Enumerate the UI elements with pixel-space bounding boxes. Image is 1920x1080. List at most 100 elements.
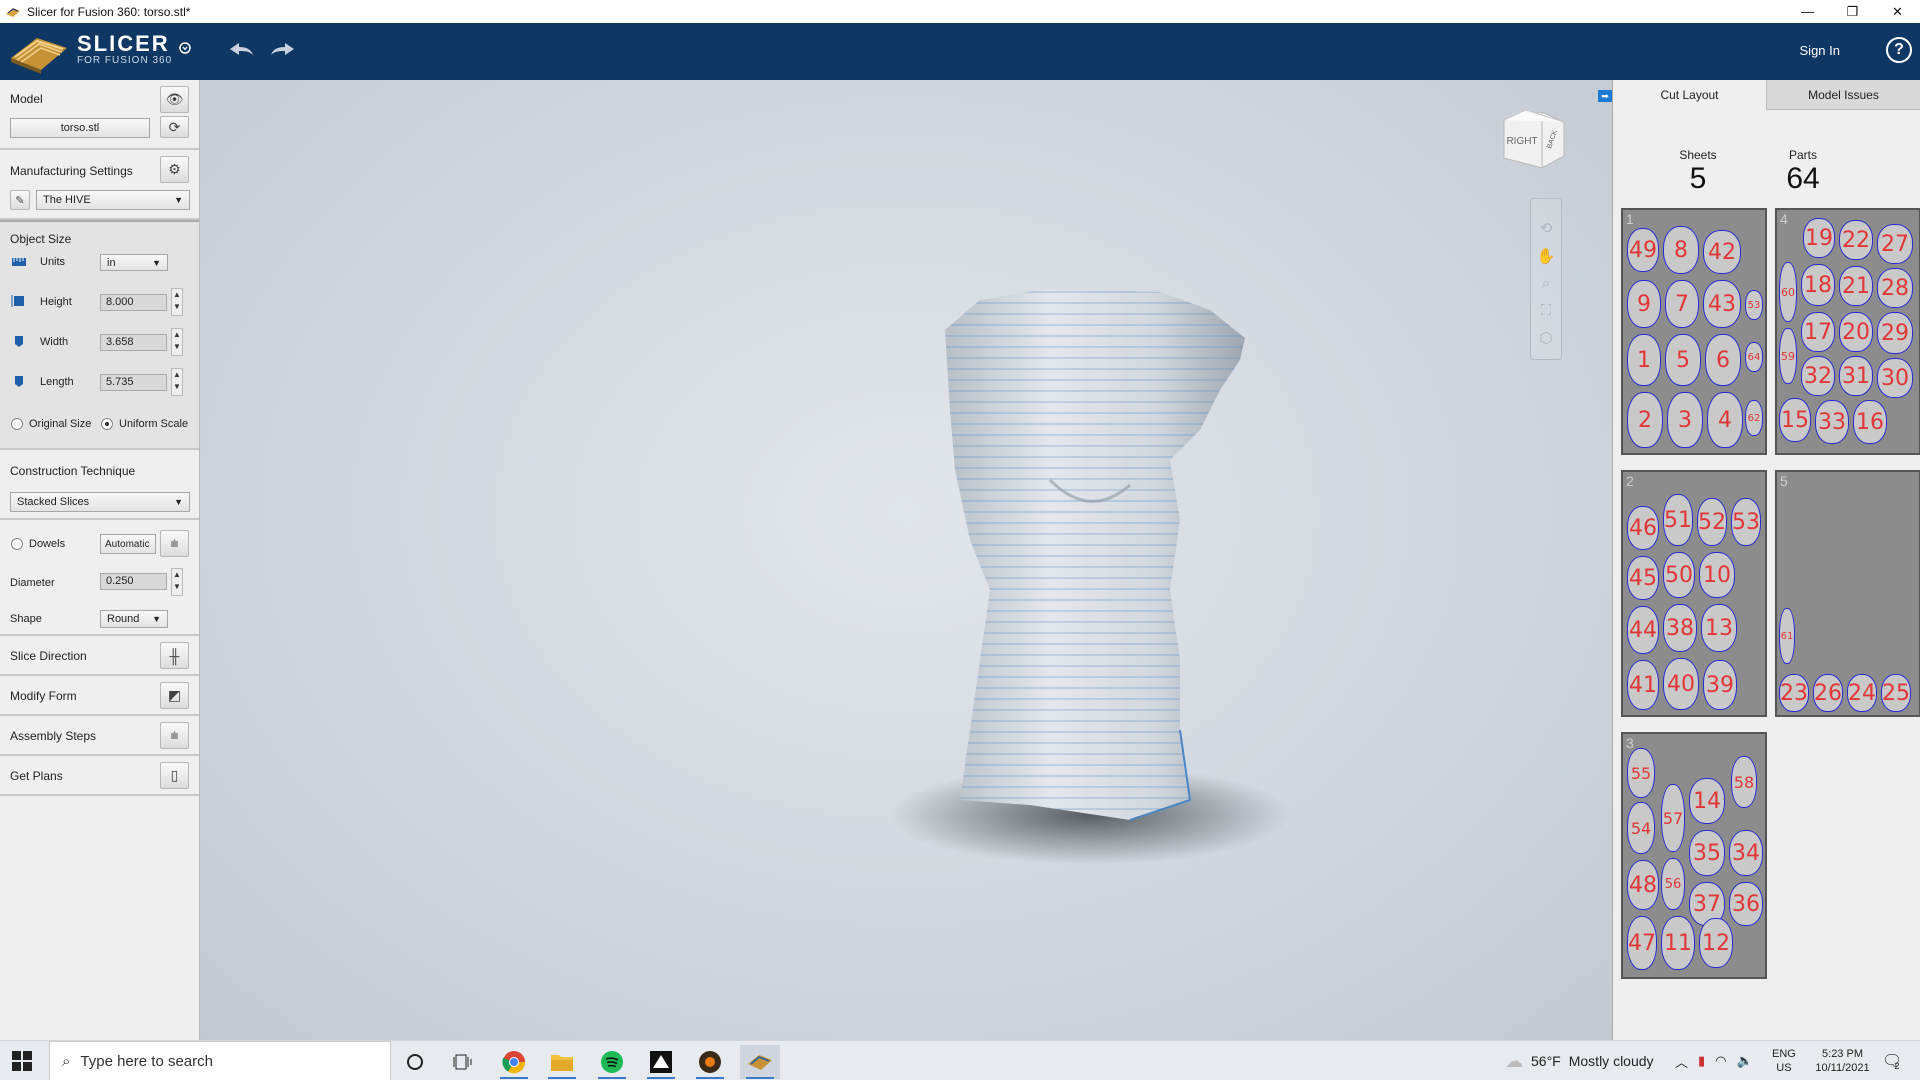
dowels-checkbox[interactable] [11, 538, 23, 550]
3d-viewport[interactable]: RIGHT BACK ⟲ ✋ ⌕ ⛶ ⬡ ➡ [200, 80, 1612, 1040]
part-piece[interactable]: 5 [1665, 334, 1701, 386]
part-piece[interactable]: 21 [1839, 266, 1873, 306]
part-piece[interactable]: 61 [1779, 608, 1795, 664]
manufacturing-settings-button[interactable]: ⚙ [160, 156, 189, 183]
units-select[interactable]: in ▼ [100, 254, 168, 271]
part-piece[interactable]: 54 [1627, 802, 1655, 854]
minimize-button[interactable]: — [1785, 0, 1830, 23]
part-piece[interactable]: 46 [1627, 506, 1659, 550]
part-piece[interactable]: 58 [1731, 756, 1757, 808]
sheet-4[interactable]: 4 19 22 27 60 18 21 28 17 20 29 59 32 31… [1775, 208, 1920, 455]
sign-in-link[interactable]: Sign In [1800, 43, 1840, 58]
reload-model-button[interactable]: ⟳ [160, 116, 189, 138]
dowels-options-button[interactable]: ⩧ [160, 530, 189, 557]
view-cube[interactable]: RIGHT BACK [1498, 104, 1568, 170]
part-piece[interactable]: 40 [1663, 658, 1699, 710]
language-indicator[interactable]: ENG US [1772, 1041, 1796, 1080]
help-button[interactable]: ? [1886, 37, 1912, 63]
part-piece[interactable]: 55 [1627, 748, 1655, 798]
part-piece[interactable]: 31 [1839, 356, 1873, 396]
speaker-icon[interactable]: 🔈 [1737, 1053, 1753, 1069]
part-piece[interactable]: 53 [1731, 498, 1761, 546]
height-input[interactable]: 8.000 [100, 294, 167, 311]
slicer-taskbar-icon[interactable] [740, 1045, 780, 1079]
sheet-2[interactable]: 2 46 51 52 53 45 50 10 44 38 13 41 40 39 [1621, 470, 1767, 717]
part-piece[interactable]: 29 [1877, 312, 1913, 354]
part-piece[interactable]: 32 [1801, 356, 1835, 396]
manufacturing-select[interactable]: The HIVE ▼ [36, 190, 190, 210]
slice-direction-row[interactable]: Slice Direction ╫ [0, 636, 199, 676]
dowels-automatic-button[interactable]: Automatic [100, 534, 156, 554]
assembly-steps-row[interactable]: Assembly Steps ⩧ [0, 716, 199, 756]
sheet-1[interactable]: 1 49 8 42 9 7 43 53 1 5 6 64 2 3 4 62 [1621, 208, 1767, 455]
model-file-button[interactable]: torso.stl [10, 118, 150, 138]
diameter-input[interactable]: 0.250 [100, 573, 167, 590]
orbit-icon[interactable]: ⟲ [1540, 219, 1553, 237]
part-piece[interactable]: 16 [1853, 400, 1887, 444]
restore-button[interactable]: ❐ [1830, 0, 1875, 23]
clock[interactable]: 5:23 PM 10/11/2021 [1805, 1041, 1880, 1080]
part-piece[interactable]: 30 [1877, 358, 1913, 398]
part-piece[interactable]: 4 [1707, 392, 1743, 448]
part-piece[interactable]: 12 [1699, 918, 1733, 968]
part-piece[interactable]: 33 [1815, 400, 1849, 444]
part-piece[interactable]: 34 [1729, 830, 1763, 876]
part-piece[interactable]: 43 [1703, 280, 1741, 328]
length-spinner[interactable]: ▲ ▼ [171, 368, 183, 396]
part-piece[interactable]: 13 [1701, 604, 1737, 652]
part-piece[interactable]: 42 [1703, 230, 1741, 274]
part-piece[interactable]: 22 [1839, 220, 1873, 260]
part-piece[interactable]: 52 [1697, 498, 1727, 546]
app-tray-icon[interactable]: ▮ [1698, 1053, 1705, 1069]
assembly-steps-button[interactable]: ⩧ [160, 722, 189, 749]
taskbar-search-box[interactable]: ⌕ Type here to search [49, 1041, 391, 1080]
redo-icon[interactable] [268, 38, 298, 62]
tab-cut-layout[interactable]: Cut Layout [1613, 80, 1766, 110]
get-plans-row[interactable]: Get Plans ▯ [0, 756, 199, 796]
diameter-spinner[interactable]: ▲ ▼ [171, 568, 183, 596]
modify-form-row[interactable]: Modify Form ◩ [0, 676, 199, 716]
original-size-radio[interactable] [11, 418, 23, 430]
close-button[interactable]: ✕ [1875, 0, 1920, 23]
shape-select[interactable]: Round ▼ [100, 610, 168, 628]
edit-manufacturing-button[interactable]: ✎ [10, 190, 30, 210]
part-piece[interactable]: 10 [1699, 552, 1735, 598]
part-piece[interactable]: 19 [1803, 218, 1835, 258]
length-input[interactable]: 5.735 [100, 374, 167, 391]
part-piece[interactable]: 23 [1779, 674, 1809, 712]
fit-view-icon[interactable]: ⛶ [1541, 302, 1552, 319]
weather-widget[interactable]: ☁ 56°F Mostly cloudy [1505, 1041, 1654, 1080]
part-piece[interactable]: 20 [1839, 312, 1873, 352]
settings-dropdown-icon[interactable] [178, 41, 192, 55]
part-piece[interactable]: 41 [1627, 660, 1659, 710]
uniform-scale-radio[interactable] [101, 418, 113, 430]
part-piece[interactable]: 38 [1663, 604, 1697, 652]
part-piece[interactable]: 56 [1661, 858, 1685, 910]
part-piece[interactable]: 28 [1877, 268, 1913, 308]
part-piece[interactable]: 14 [1689, 778, 1725, 824]
part-piece[interactable]: 3 [1667, 392, 1703, 448]
part-piece[interactable]: 24 [1847, 674, 1877, 712]
inkscape-taskbar-icon[interactable] [641, 1045, 681, 1079]
part-piece[interactable]: 17 [1801, 312, 1835, 352]
chrome-taskbar-icon[interactable] [494, 1045, 534, 1079]
sheet-5[interactable]: 5 61 23 26 24 25 [1775, 470, 1920, 717]
part-piece[interactable]: 26 [1813, 674, 1843, 712]
torso-model[interactable] [880, 260, 1320, 870]
tab-model-issues[interactable]: Model Issues [1766, 80, 1920, 110]
part-piece[interactable]: 7 [1665, 280, 1699, 328]
part-piece[interactable]: 59 [1779, 328, 1797, 384]
network-icon[interactable]: ◠ [1715, 1053, 1726, 1069]
part-piece[interactable]: 2 [1627, 392, 1663, 448]
part-piece[interactable]: 44 [1627, 606, 1659, 654]
part-piece[interactable]: 15 [1779, 398, 1811, 442]
viewcube-right-face[interactable]: RIGHT [1506, 136, 1537, 147]
part-piece[interactable]: 1 [1627, 334, 1661, 386]
display-mode-icon[interactable]: ⬡ [1539, 329, 1552, 347]
part-piece[interactable]: 18 [1801, 264, 1835, 306]
part-piece[interactable]: 60 [1779, 262, 1797, 322]
spotify-taskbar-icon[interactable] [592, 1045, 632, 1079]
blender-taskbar-icon[interactable] [690, 1045, 730, 1079]
modify-form-button[interactable]: ◩ [160, 682, 189, 709]
part-piece[interactable]: 53 [1745, 290, 1763, 320]
